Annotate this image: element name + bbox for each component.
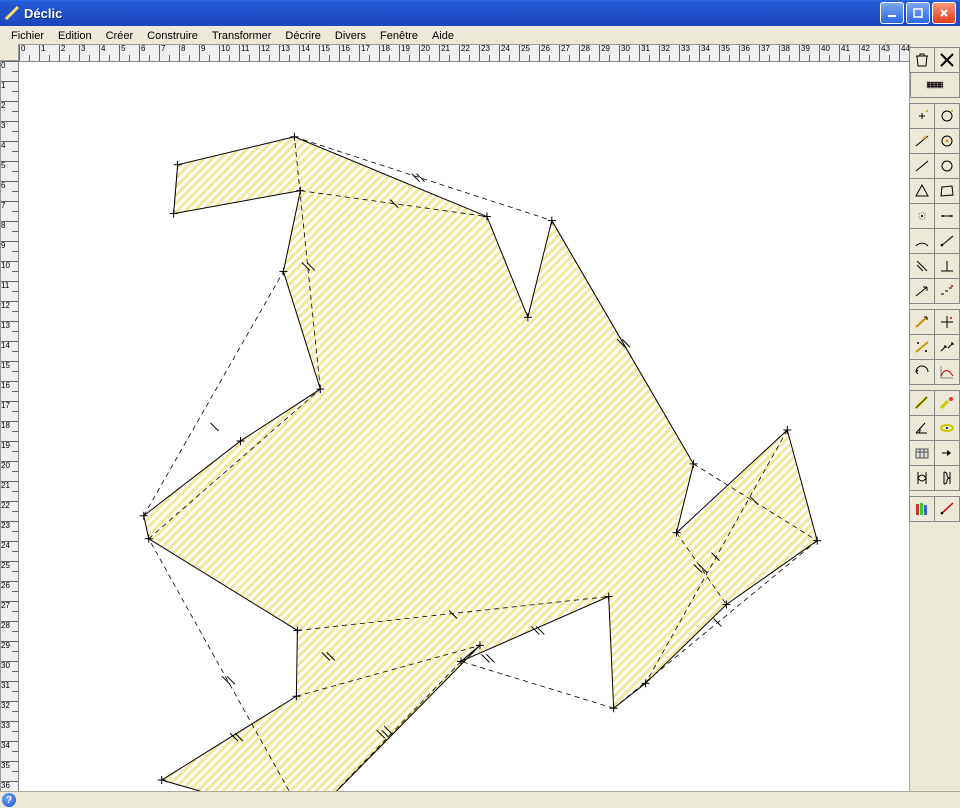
arrow-construct-icon[interactable]: [934, 440, 960, 466]
app-icon: [4, 5, 20, 21]
drawing-canvas[interactable]: [18, 61, 910, 792]
menu-edition[interactable]: Edition: [51, 29, 99, 43]
menu-aide[interactable]: Aide: [425, 29, 461, 43]
rotate-axis-icon[interactable]: [934, 309, 960, 335]
delete-x-icon[interactable]: [934, 47, 960, 73]
circle-dot-icon[interactable]: [934, 128, 960, 154]
menu-construire[interactable]: Construire: [140, 29, 205, 43]
curve-brackets-icon[interactable]: [909, 465, 935, 491]
tool-palette: [909, 44, 960, 792]
measure-icon[interactable]: [934, 415, 960, 441]
grid-icon[interactable]: [910, 72, 960, 98]
angle-mark-icon[interactable]: [909, 415, 935, 441]
menu-decrire[interactable]: Décrire: [278, 29, 327, 43]
close-button[interactable]: [932, 2, 956, 24]
menu-divers[interactable]: Divers: [328, 29, 373, 43]
point-icon[interactable]: [909, 103, 935, 129]
help-icon[interactable]: ?: [2, 793, 16, 807]
ray-icon[interactable]: [934, 496, 960, 522]
translate-icon[interactable]: [909, 309, 935, 335]
maximize-button[interactable]: [906, 2, 930, 24]
menu-transformer[interactable]: Transformer: [205, 29, 279, 43]
triangle-icon[interactable]: [909, 178, 935, 204]
ruler-horizontal: 0123456789101112131415161718192021222324…: [18, 44, 910, 62]
arc-icon[interactable]: [909, 228, 935, 254]
window-title: Déclic: [24, 6, 62, 21]
highlight-red-icon[interactable]: [934, 390, 960, 416]
titlebar: Déclic: [0, 0, 960, 26]
statusbar: ?: [0, 791, 960, 808]
midpoint-icon[interactable]: [909, 203, 935, 229]
vector-icon[interactable]: [909, 278, 935, 304]
circle-icon[interactable]: [934, 153, 960, 179]
ray-segment-icon[interactable]: [934, 228, 960, 254]
ruler-vertical: 0123456789101112131415161718192021222324…: [0, 60, 19, 792]
box-construct-icon[interactable]: [909, 440, 935, 466]
books-icon[interactable]: [909, 496, 935, 522]
window-buttons: [880, 0, 956, 26]
polygon-icon[interactable]: [934, 178, 960, 204]
half-turn-icon[interactable]: [909, 359, 935, 385]
graph-curve-icon[interactable]: [934, 359, 960, 385]
menu-fenetre[interactable]: Fenêtre: [373, 29, 425, 43]
dash-mark-icon[interactable]: [934, 278, 960, 304]
circle-point-icon[interactable]: [934, 103, 960, 129]
reflect-icon[interactable]: [909, 334, 935, 360]
perpendicular-icon[interactable]: [934, 253, 960, 279]
highlight-yellow-icon[interactable]: [909, 390, 935, 416]
menu-fichier[interactable]: Fichier: [4, 29, 51, 43]
segment-dot-icon[interactable]: [909, 128, 935, 154]
minimize-button[interactable]: [880, 2, 904, 24]
parallel-icon[interactable]: [909, 253, 935, 279]
intersection-icon[interactable]: [934, 203, 960, 229]
trash-icon[interactable]: [909, 47, 935, 73]
translate-arrows-icon[interactable]: [934, 334, 960, 360]
workarea: 0123456789101112131415161718192021222324…: [0, 44, 910, 792]
brace-icon[interactable]: [934, 465, 960, 491]
menu-creer[interactable]: Créer: [99, 29, 141, 43]
segment-icon[interactable]: [909, 153, 935, 179]
